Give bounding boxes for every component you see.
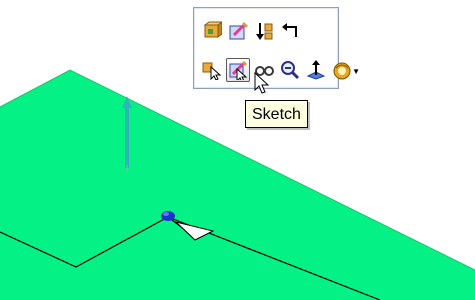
selected-point-highlight bbox=[163, 212, 169, 216]
edit-feature-icon bbox=[229, 21, 248, 40]
toolbar-row-1 bbox=[200, 17, 304, 45]
toolbar-row-2: ▼ bbox=[200, 56, 360, 84]
normal-to-button[interactable] bbox=[304, 58, 328, 82]
rollback-button[interactable] bbox=[252, 19, 276, 43]
tooltip: Sketch bbox=[245, 100, 308, 128]
green-plane-face[interactable] bbox=[0, 70, 475, 300]
select-other-button[interactable] bbox=[200, 58, 224, 82]
sketch-button[interactable] bbox=[226, 58, 250, 82]
part-properties-button[interactable] bbox=[200, 19, 224, 43]
appearance-button[interactable]: ▼ bbox=[330, 58, 360, 82]
mouse-pointer-icon bbox=[254, 72, 270, 94]
rollback-icon bbox=[256, 23, 273, 40]
appearance-icon bbox=[333, 62, 351, 80]
tooltip-text: Sketch bbox=[252, 106, 301, 123]
part-properties-icon bbox=[203, 21, 222, 38]
dropdown-arrow-icon[interactable]: ▼ bbox=[352, 67, 360, 76]
edit-feature-button[interactable] bbox=[226, 19, 250, 43]
selected-point[interactable] bbox=[161, 211, 175, 221]
sketch-icon bbox=[229, 60, 248, 80]
return-arrow-icon bbox=[282, 23, 297, 37]
zoom-to-selection-button[interactable] bbox=[278, 58, 302, 82]
select-other-icon bbox=[202, 62, 222, 80]
return-button[interactable] bbox=[278, 19, 302, 43]
zoom-to-selection-icon bbox=[281, 61, 300, 80]
normal-to-icon bbox=[306, 60, 326, 80]
